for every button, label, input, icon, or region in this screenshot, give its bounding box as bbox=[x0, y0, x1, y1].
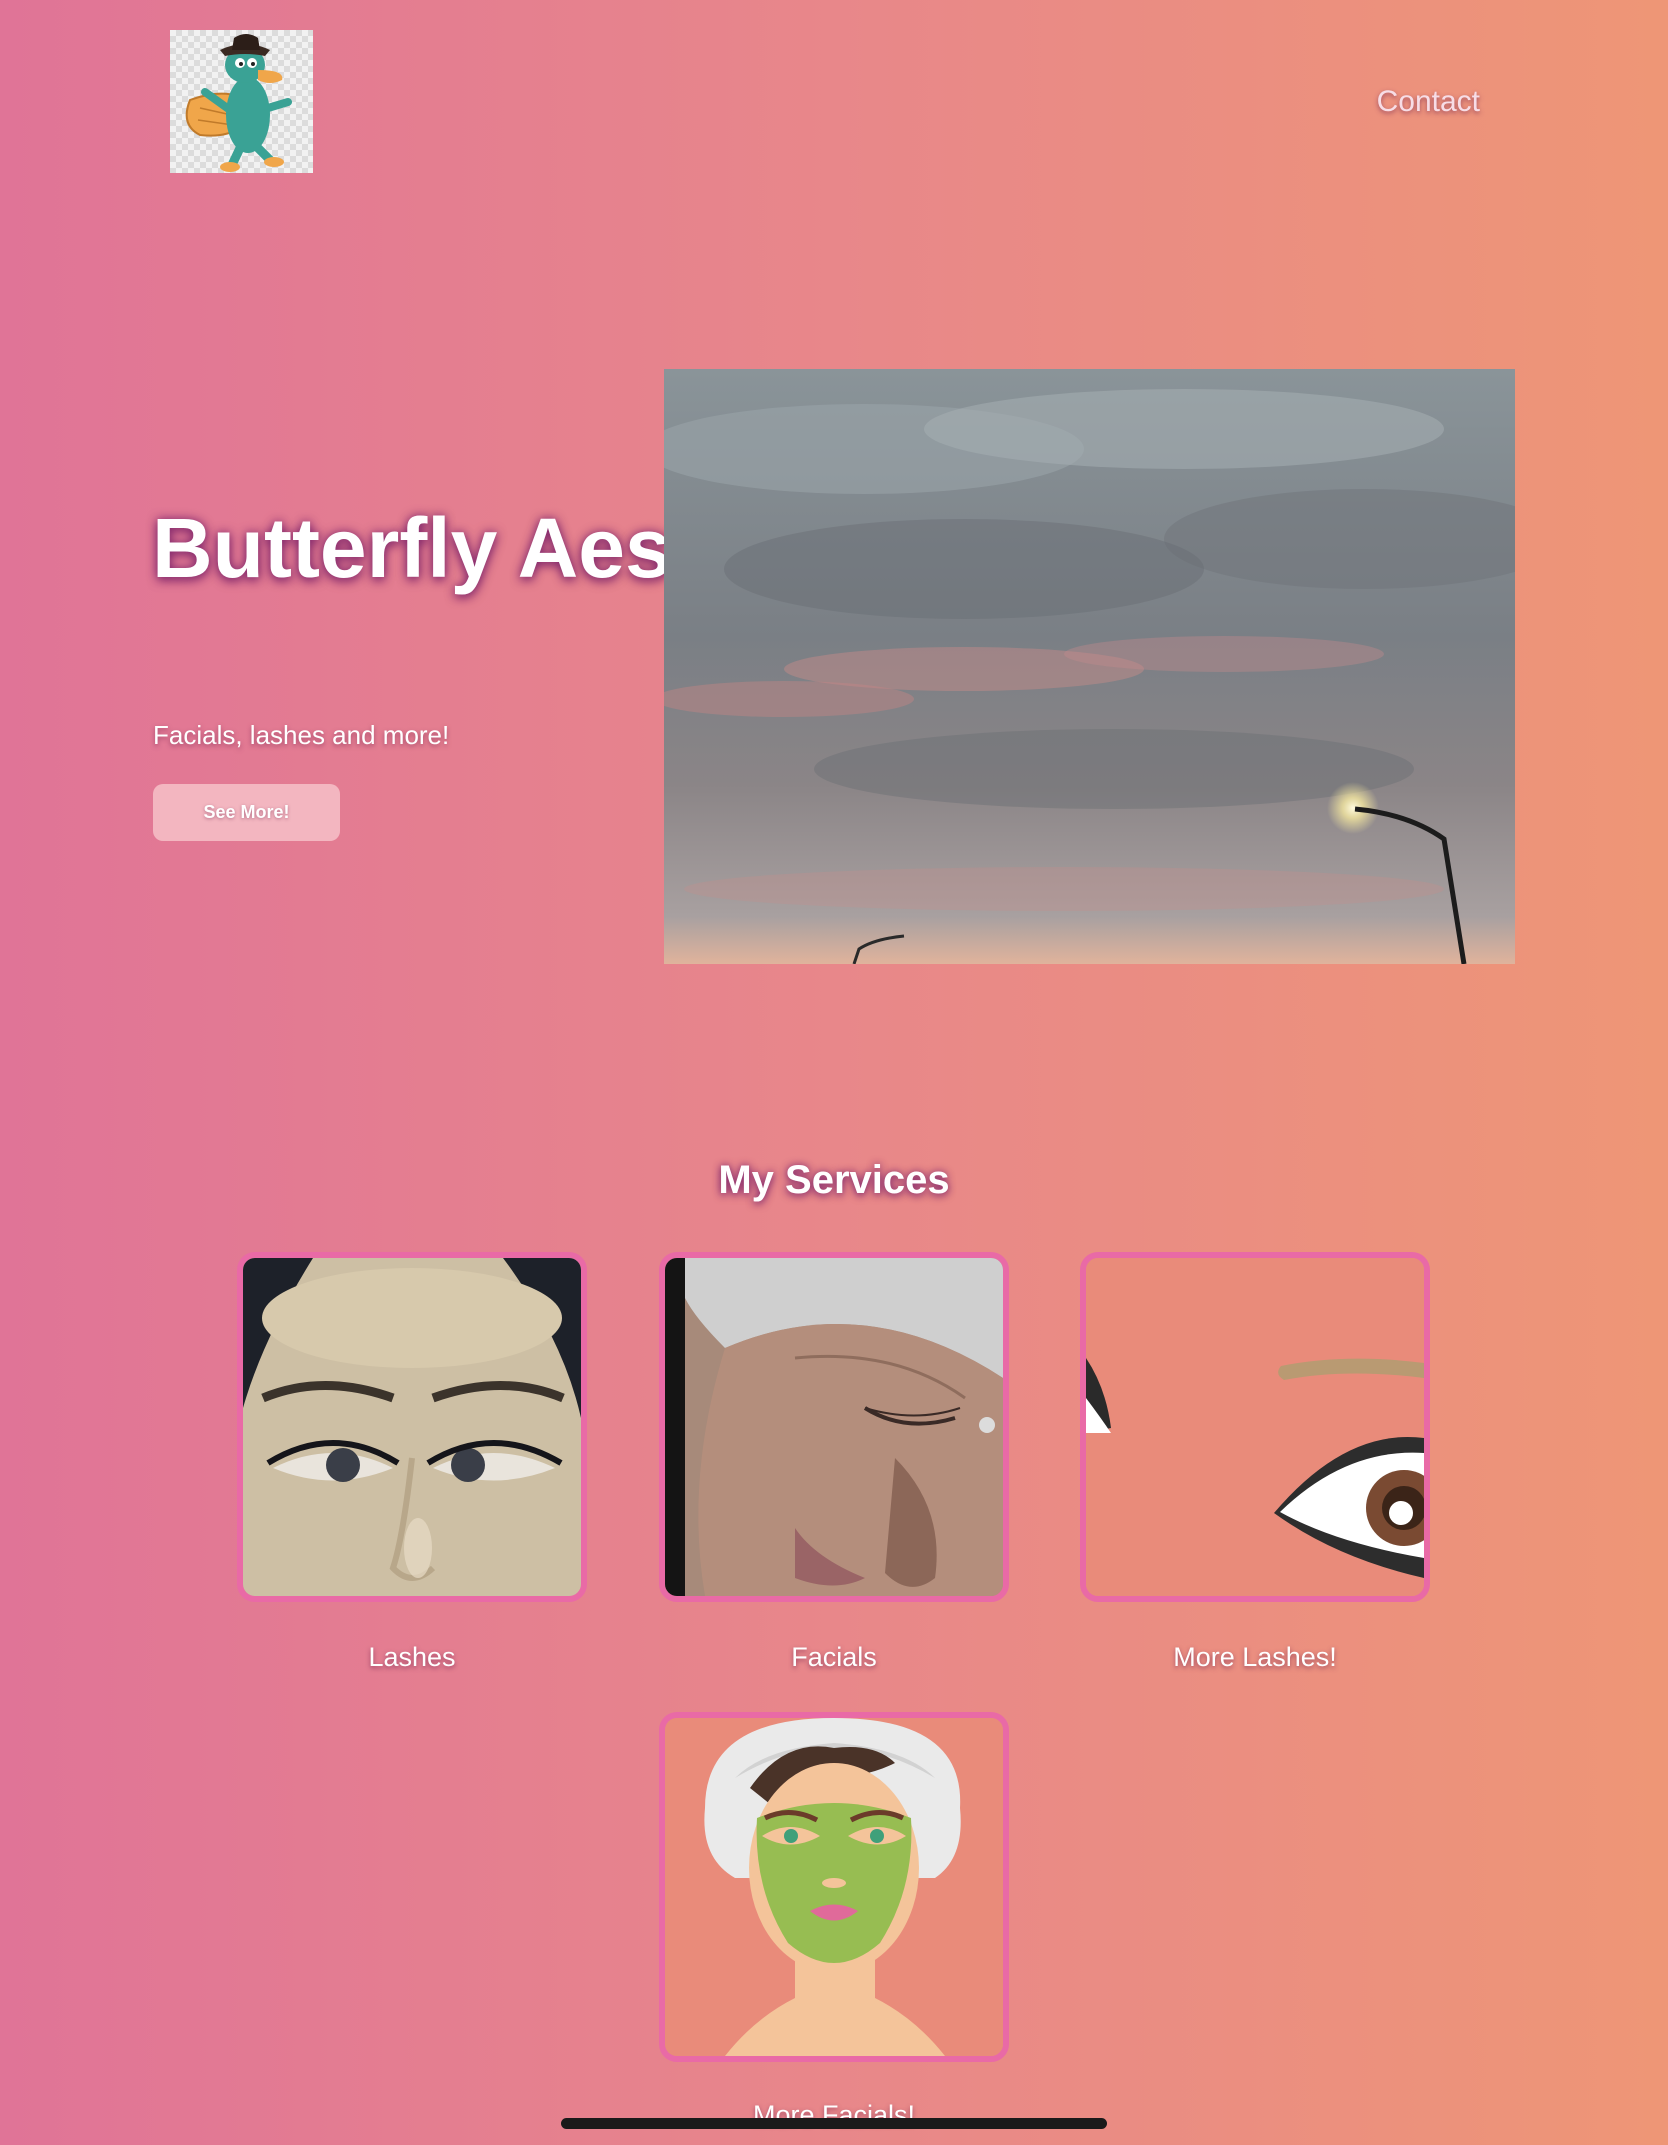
service-card-facials[interactable] bbox=[659, 1252, 1009, 1602]
platypus-character-icon bbox=[185, 34, 292, 172]
service-card-more-lashes[interactable] bbox=[1080, 1252, 1430, 1602]
service-card-lashes[interactable] bbox=[237, 1252, 587, 1602]
logo-image[interactable] bbox=[170, 30, 313, 173]
service-label-facials: Facials bbox=[791, 1642, 877, 1672]
home-indicator[interactable] bbox=[561, 2118, 1107, 2129]
service-label-lashes: Lashes bbox=[368, 1642, 456, 1672]
service-card-more-facials[interactable] bbox=[659, 1712, 1009, 2062]
services-heading: My Services bbox=[718, 1158, 950, 1202]
hero-sky-photo bbox=[664, 369, 1515, 964]
service-label-more-lashes: More Lashes! bbox=[1173, 1642, 1337, 1672]
hero-subtitle: Facials, lashes and more! bbox=[153, 720, 450, 750]
contact-link[interactable]: Contact bbox=[1300, 85, 1480, 119]
see-more-button[interactable]: See More! bbox=[153, 784, 340, 841]
